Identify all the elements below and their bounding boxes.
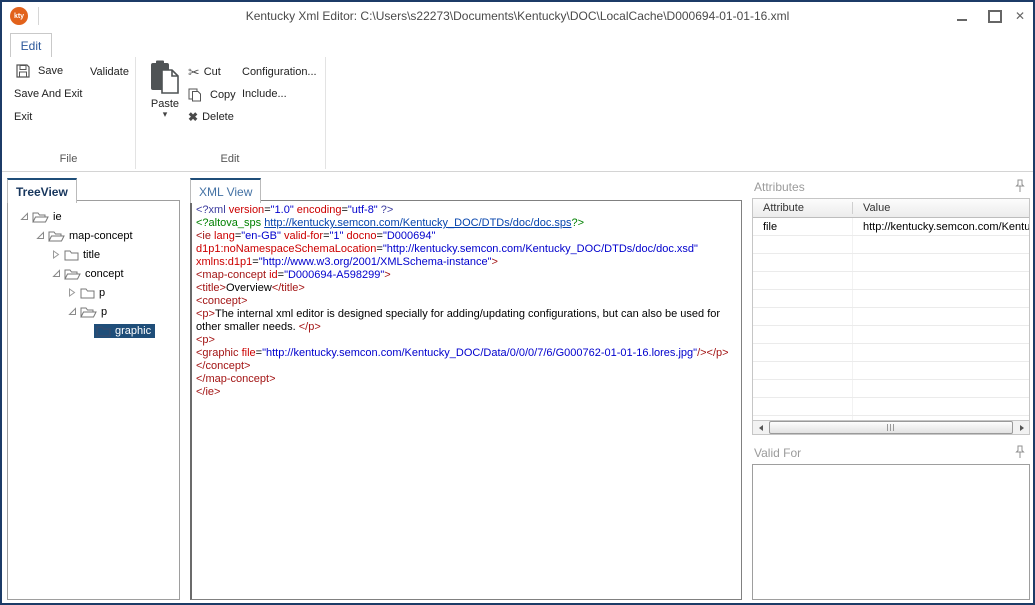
selected-tree-item[interactable]: graphic — [94, 324, 155, 338]
window-title: Kentucky Xml Editor: C:\Users\s22273\Doc… — [2, 9, 1033, 23]
tree-item-concept[interactable]: concept — [8, 264, 179, 283]
folder-closed-icon — [80, 287, 95, 299]
scroll-left-button[interactable] — [753, 421, 768, 434]
exit-button[interactable]: Exit — [14, 111, 32, 123]
pin-icon[interactable] — [1014, 445, 1026, 459]
paste-icon — [149, 59, 181, 98]
save-button[interactable]: Save — [16, 64, 63, 78]
folder-closed-icon — [64, 249, 79, 261]
title-bar: kty Kentucky Xml Editor: C:\Users\s22273… — [2, 2, 1033, 30]
tab-xml-view[interactable]: XML View — [190, 178, 261, 203]
collapse-arrow-icon[interactable] — [18, 212, 30, 221]
save-icon — [16, 64, 30, 78]
scrollbar-thumb[interactable] — [769, 421, 1013, 434]
attributes-horizontal-scrollbar[interactable] — [752, 420, 1030, 435]
configuration-button[interactable]: Configuration... — [242, 66, 317, 78]
minimize-icon — [957, 19, 967, 21]
valid-for-panel-title: Valid For — [754, 446, 801, 460]
folder-open-icon — [80, 306, 97, 318]
tree-item-title[interactable]: title — [8, 245, 179, 264]
attributes-table-body: file http://kentucky.semcon.com/Kentu... — [753, 218, 1029, 434]
validate-button[interactable]: Validate — [90, 66, 129, 78]
cut-button[interactable]: ✂ Cut — [188, 66, 221, 78]
delete-icon: ✖ — [188, 111, 198, 123]
attribute-empty-row — [753, 236, 1029, 254]
attribute-empty-row — [753, 272, 1029, 290]
folder-closed-icon — [96, 325, 111, 337]
ribbon: Save Validate Save And Exit Exit File Pa… — [2, 57, 1033, 172]
scroll-left-icon — [759, 425, 763, 431]
expand-arrow-icon[interactable] — [66, 288, 78, 297]
attributes-table-header: Attribute Value — [753, 199, 1029, 218]
scroll-right-button[interactable] — [1014, 421, 1029, 434]
cut-icon: ✂ — [188, 66, 200, 78]
xml-code[interactable]: <?xml version="1.0" encoding="utf-8" ?><… — [190, 200, 742, 600]
edit-group-label: Edit — [135, 153, 325, 165]
maximize-button[interactable] — [985, 7, 1005, 25]
minimize-button[interactable] — [952, 7, 972, 25]
tree-item-graphic[interactable]: graphic — [8, 321, 179, 340]
folder-open-icon — [32, 211, 49, 223]
copy-icon — [188, 88, 202, 102]
folder-open-icon — [48, 230, 65, 242]
paste-button[interactable]: Paste ▾ — [144, 59, 186, 118]
column-header-attribute[interactable]: Attribute — [753, 202, 853, 214]
group-separator — [325, 57, 326, 169]
include-button[interactable]: Include... — [242, 88, 287, 100]
column-header-value[interactable]: Value — [853, 202, 894, 214]
tab-edit[interactable]: Edit — [10, 33, 52, 58]
delete-button[interactable]: ✖ Delete — [188, 111, 234, 123]
attributes-table: Attribute Value file http://kentucky.sem… — [752, 198, 1030, 435]
scroll-right-icon — [1020, 425, 1024, 431]
folder-open-icon — [64, 268, 81, 280]
pin-icon[interactable] — [1014, 179, 1026, 193]
attribute-empty-row — [753, 254, 1029, 272]
attribute-empty-row — [753, 380, 1029, 398]
attributes-panel-title: Attributes — [754, 180, 805, 194]
ribbon-tab-strip: Edit — [2, 30, 1033, 57]
collapse-arrow-icon[interactable] — [50, 269, 62, 278]
attribute-empty-row — [753, 290, 1029, 308]
tree-item-p-2[interactable]: p — [8, 302, 179, 321]
maximize-icon — [988, 10, 1002, 23]
copy-button[interactable]: Copy — [188, 88, 236, 102]
treeview-panel[interactable]: ie map-concept title concept p p graphic — [7, 200, 180, 600]
attribute-empty-row — [753, 362, 1029, 380]
collapse-arrow-icon[interactable] — [34, 231, 46, 240]
attribute-empty-row — [753, 398, 1029, 416]
tree-item-p-1[interactable]: p — [8, 283, 179, 302]
attribute-empty-row — [753, 308, 1029, 326]
attribute-name-cell[interactable]: file — [753, 218, 853, 235]
paste-dropdown-icon[interactable]: ▾ — [163, 110, 168, 118]
valid-for-list[interactable] — [752, 464, 1030, 600]
tab-treeview[interactable]: TreeView — [7, 178, 77, 203]
save-and-exit-button[interactable]: Save And Exit — [14, 88, 83, 100]
collapse-arrow-icon[interactable] — [66, 307, 78, 316]
file-group-label: File — [2, 153, 135, 165]
attribute-empty-row — [753, 326, 1029, 344]
tree-item-map-concept[interactable]: map-concept — [8, 226, 179, 245]
close-icon: ✕ — [1015, 9, 1025, 23]
attribute-value-cell[interactable]: http://kentucky.semcon.com/Kentu... — [853, 221, 1029, 233]
close-button[interactable]: ✕ — [1010, 7, 1030, 25]
expand-arrow-icon[interactable] — [50, 250, 62, 259]
tree-item-ie[interactable]: ie — [8, 207, 179, 226]
attribute-row-file[interactable]: file http://kentucky.semcon.com/Kentu... — [753, 218, 1029, 236]
app-window: kty Kentucky Xml Editor: C:\Users\s22273… — [0, 0, 1035, 605]
attribute-empty-row — [753, 344, 1029, 362]
